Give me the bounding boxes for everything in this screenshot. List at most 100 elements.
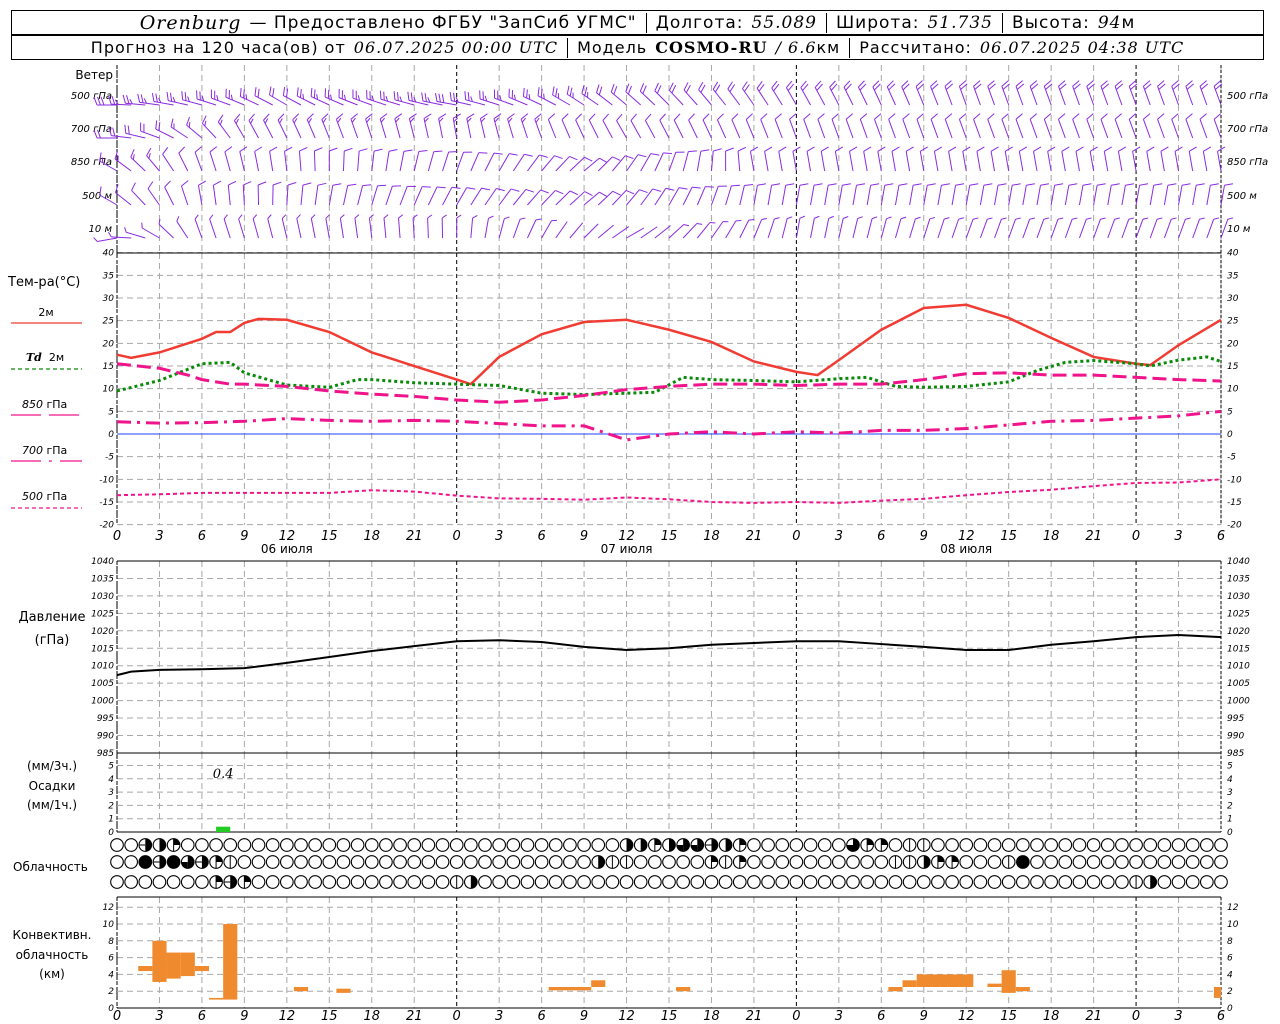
alt-unit: м	[1121, 12, 1136, 33]
wind-barb	[269, 146, 278, 172]
cloud-circle	[959, 875, 974, 889]
pressure-axis-tick-label-left: 1035	[91, 574, 114, 584]
x-tick-label: 6	[1217, 529, 1225, 544]
cloud-circle	[676, 855, 691, 869]
wind-barb-feather	[329, 147, 338, 152]
wind-barb	[1107, 183, 1120, 206]
wind-barb	[194, 214, 203, 239]
cloud-cover-symbol	[478, 838, 492, 852]
wind-barb-staff	[1022, 185, 1027, 206]
precip-axis-tick-label-left: 2	[108, 801, 114, 811]
wind-barb	[257, 181, 267, 206]
wind-barb	[141, 222, 160, 239]
temp-axis-tick-label-left: 20	[103, 339, 115, 349]
wind-barb-feather	[433, 150, 443, 153]
wind-level-label-right: 850 гПа	[1227, 157, 1268, 168]
wind-barb-staff	[767, 218, 775, 239]
cloud-cover-symbol	[393, 875, 407, 889]
wind-barb	[1202, 146, 1212, 172]
wind-barb	[466, 113, 475, 139]
wind-barb	[654, 225, 671, 239]
wind-barb	[863, 146, 872, 172]
wind-barb-feather	[799, 215, 806, 219]
cloud-cover-symbol	[690, 855, 705, 869]
cloud-circle	[520, 875, 535, 889]
wind-barb-staff	[781, 218, 788, 239]
wind-barb-feather	[535, 218, 542, 221]
wind-barb-feather	[308, 118, 312, 124]
wind-barb-staff	[760, 119, 769, 139]
wind-barb-feather	[313, 89, 316, 99]
wind-barb-staff	[1171, 119, 1180, 139]
cloud-cover-symbol	[195, 875, 209, 889]
wind-barb-feather	[543, 93, 545, 100]
wind-barb-feather	[170, 118, 174, 128]
wind-barb	[93, 237, 118, 242]
cloud-circle	[1171, 875, 1186, 889]
cloud-cover-symbol	[973, 855, 988, 869]
cloud-fill	[683, 838, 690, 852]
cloud-circle	[1115, 838, 1129, 852]
precip-axis-tick-label-left: 1	[108, 815, 114, 825]
wind-barb-staff	[1149, 219, 1158, 239]
cloud-circle	[1086, 875, 1101, 889]
cloud-fill	[923, 855, 931, 869]
cloud-circle	[251, 875, 266, 889]
cloud-circle	[1030, 855, 1044, 869]
wind-barb-feather	[639, 83, 645, 92]
temp-axis-tick-label-left: -10	[99, 475, 114, 485]
wind-barb-feather	[1001, 217, 1007, 220]
convective-cloud-bar	[1015, 987, 1030, 992]
cloud-cover-symbol	[1129, 875, 1143, 889]
cloud-circle	[421, 838, 436, 852]
cloud-cover-symbol	[1100, 855, 1115, 869]
wind-barb-feather	[481, 187, 491, 191]
wind-barb-feather	[702, 113, 710, 121]
wind-barb-staff	[781, 185, 787, 206]
x-tick-label-bottom: 15	[661, 1009, 678, 1024]
wind-barb-feather	[737, 146, 747, 152]
cloud-cover-symbol	[803, 875, 818, 889]
cloud-cover-symbol	[1072, 855, 1087, 869]
wind-barb	[464, 91, 486, 106]
convective-cloud-bar	[1213, 987, 1221, 998]
wind-barb-staff	[527, 154, 540, 172]
cloud-circle	[478, 838, 492, 852]
wind-barb-staff	[1192, 185, 1197, 206]
x-tick-label: 6	[537, 529, 545, 544]
pressure-axis-tick-label-left: 1015	[91, 644, 114, 654]
cloud-cover-symbol	[1199, 855, 1214, 869]
wind-barb	[753, 217, 767, 239]
wind-barb-feather	[598, 86, 603, 96]
wind-barb	[313, 147, 323, 172]
cloud-cover-symbol	[1143, 838, 1158, 852]
wind-barb-feather	[842, 216, 849, 219]
cloud-cover-symbol	[874, 875, 889, 889]
header-station-row: Orenburg — Предоставлено ФГБУ "ЗапСиб УГ…	[11, 10, 1264, 35]
wind-barb	[217, 114, 231, 139]
wind-barb-feather	[976, 146, 985, 152]
wind-barb	[479, 90, 500, 106]
wind-barb	[1163, 183, 1177, 206]
wind-barb-feather	[1227, 217, 1234, 220]
wind-barb-feather	[731, 184, 741, 187]
wind-barb	[843, 80, 854, 106]
wind-barb	[1157, 80, 1166, 106]
convective-cloud-bar	[180, 952, 195, 977]
wind-barb-feather	[254, 87, 257, 96]
wind-barb-feather	[820, 146, 829, 152]
wind-barb-staff	[1160, 151, 1165, 172]
calc-label: Рассчитано:	[859, 38, 972, 57]
cloud-circle	[1185, 838, 1200, 852]
cloud-cover-symbol	[931, 875, 945, 889]
cloud-circle	[718, 875, 733, 889]
cloud-cover-symbol	[209, 838, 223, 852]
cloud-circle	[747, 875, 761, 889]
wind-barb-feather	[359, 148, 368, 152]
cloud-cover-symbol	[124, 875, 139, 889]
cloud-cover-symbol	[110, 875, 124, 889]
wind-barb-staff	[1008, 185, 1013, 206]
cloud-circle	[364, 875, 379, 889]
wind-barb-feather	[493, 113, 502, 120]
wind-barb-feather	[1082, 183, 1092, 186]
